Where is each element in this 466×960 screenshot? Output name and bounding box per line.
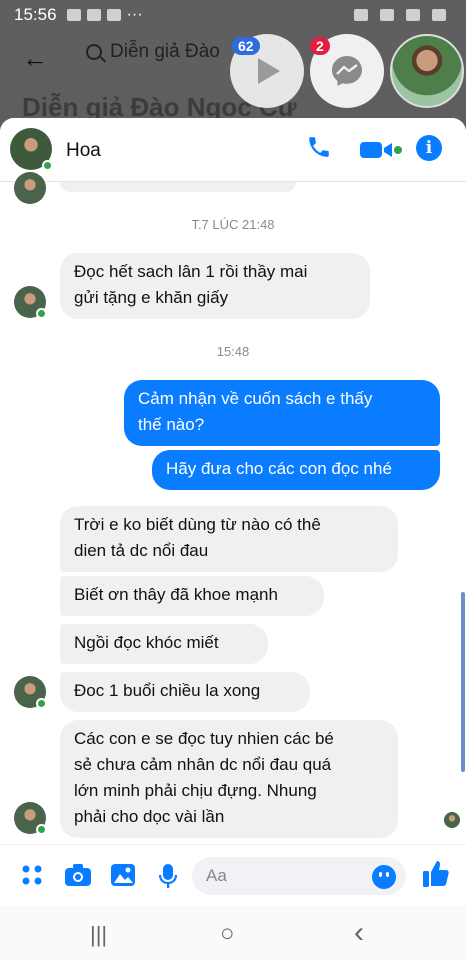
facebook-icon — [106, 9, 121, 21]
phone-call-icon[interactable] — [306, 134, 332, 160]
online-indicator — [36, 698, 47, 709]
recent-apps-button[interactable]: ||| — [90, 922, 107, 948]
timestamp: T.7 LÚC 21:48 — [191, 217, 275, 232]
video-unread-badge: 62 — [232, 37, 260, 55]
camera-icon[interactable] — [64, 863, 92, 887]
wifi-icon — [380, 9, 394, 21]
search-icon — [86, 44, 102, 60]
message-list[interactable]: T.7 LÚC 21:48 Đọc hết sach lân 1 rồi thầ… — [0, 172, 466, 844]
zalo-icon — [86, 9, 101, 21]
home-button[interactable]: ○ — [220, 920, 235, 948]
online-indicator — [42, 160, 53, 171]
play-icon — [258, 58, 280, 84]
signal-icon — [406, 9, 420, 21]
status-indicators — [354, 9, 452, 21]
message-incoming[interactable]: Đọc hết sach lân 1 rồi thầy mai gửi tặng… — [60, 253, 370, 319]
status-bar: 15:56 ··· — [0, 0, 466, 30]
message-outgoing[interactable]: Cảm nhận về cuốn sách e thấy thế nào? — [124, 380, 440, 446]
message-incoming[interactable]: Các con e se đọc tuy nhien các bé sẻ chư… — [60, 720, 398, 838]
microphone-icon[interactable] — [158, 863, 178, 889]
video-call-icon[interactable] — [360, 140, 402, 160]
messenger-icon — [332, 56, 362, 86]
message-outgoing[interactable]: Hãy đưa cho các con đọc nhé — [152, 450, 440, 490]
status-time: 15:56 — [14, 5, 57, 24]
messenger-chat-window: Hoa i T.7 LÚC 21:48 Đọc hết sach lân 1 r… — [0, 118, 466, 906]
search-field[interactable]: Diễn giả Đào — [86, 41, 220, 63]
back-button[interactable]: ‹ — [354, 916, 364, 950]
status-more: ··· — [126, 6, 143, 23]
online-indicator — [36, 824, 47, 835]
message-incoming[interactable]: Đoc 1 buổi chiều la xong — [60, 672, 310, 712]
emoji-icon[interactable] — [372, 865, 396, 889]
online-indicator — [36, 308, 47, 319]
contact-name[interactable]: Hoa — [66, 140, 101, 162]
message-composer: Aa — [0, 844, 466, 906]
message-incoming[interactable]: Trời e ko biết dùng từ nào có thê dien t… — [60, 506, 398, 572]
system-nav-bar: ||| ○ ‹ — [0, 906, 466, 960]
sender-avatar — [14, 172, 46, 204]
thumbs-up-icon[interactable] — [422, 859, 450, 889]
read-receipt-avatar — [444, 812, 460, 828]
scrollbar[interactable] — [461, 592, 465, 772]
back-arrow-icon[interactable]: ← — [22, 43, 48, 74]
messenger-unread-badge: 2 — [310, 37, 330, 55]
search-text: Diễn giả Đào — [110, 41, 220, 62]
timestamp: 15:48 — [216, 344, 250, 359]
battery-icon — [432, 9, 446, 21]
alarm-icon — [354, 9, 368, 21]
message-incoming[interactable]: Biết ơn thây đã khoe mạnh — [60, 576, 324, 616]
notification-app-icon — [66, 9, 81, 21]
contact-chat-head-avatar[interactable] — [390, 34, 464, 108]
more-apps-icon[interactable] — [20, 863, 44, 887]
gallery-icon[interactable] — [110, 863, 136, 887]
previous-message-bubble — [60, 182, 296, 192]
info-icon[interactable]: i — [416, 135, 442, 161]
chat-header: Hoa i — [0, 118, 466, 182]
message-incoming[interactable]: Ngồi đọc khóc miết — [60, 624, 268, 664]
